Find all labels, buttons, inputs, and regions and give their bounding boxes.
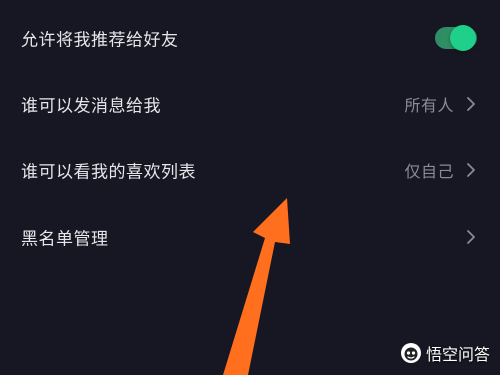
toggle-knob <box>450 25 476 51</box>
who-can-message-label: 谁可以发消息给我 <box>21 96 161 117</box>
chevron-right-icon <box>467 230 475 244</box>
chevron-right-icon <box>467 97 475 111</box>
blacklist-management-label: 黑名单管理 <box>21 229 109 250</box>
recommend-to-friends-label: 允许将我推荐给好友 <box>21 30 179 51</box>
watermark-text: 悟空问答 <box>425 345 490 364</box>
watermark: 悟空问答 <box>400 341 490 365</box>
who-can-message-value: 所有人 <box>404 96 454 115</box>
blacklist-management-row[interactable]: 黑名单管理 <box>0 205 500 269</box>
who-can-see-likes-row[interactable]: 谁可以看我的喜欢列表 仅自己 <box>0 138 500 202</box>
who-can-message-row[interactable]: 谁可以发消息给我 所有人 <box>0 72 500 136</box>
wukong-logo-icon <box>400 343 421 363</box>
who-can-see-likes-label: 谁可以看我的喜欢列表 <box>21 162 196 183</box>
who-can-see-likes-value: 仅自己 <box>404 162 454 181</box>
chevron-right-icon <box>467 163 475 177</box>
recommend-to-friends-row[interactable]: 允许将我推荐给好友 <box>0 6 500 70</box>
